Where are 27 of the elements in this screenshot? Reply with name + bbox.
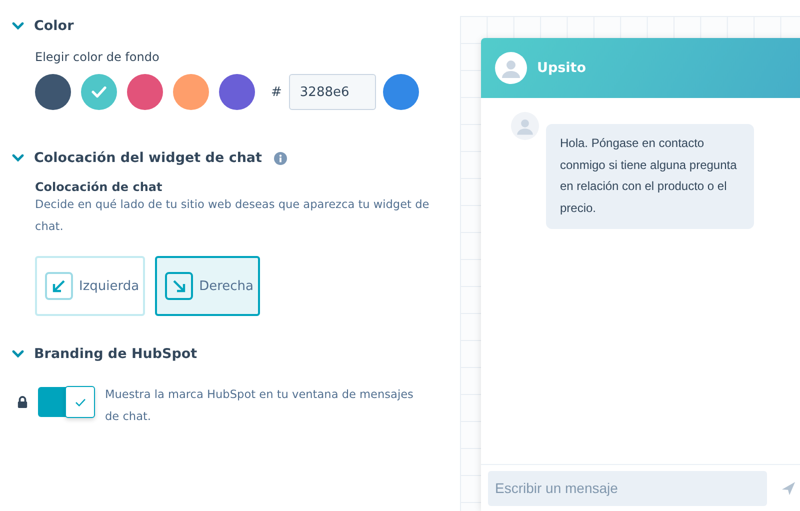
message-input[interactable]: Escribir un mensaje [488,470,767,506]
color-swatch[interactable] [219,74,255,110]
chevron-icon[interactable] [12,350,24,358]
hex-input[interactable]: 3288e6 [288,74,376,110]
color-swatch[interactable] [127,74,163,110]
toggle-description: Muestra la marca HubSpot en tu ventana de mensajes de chat. [105,387,414,425]
color-swatch[interactable] [35,74,71,110]
section-title: Branding de HubSpot [34,346,198,362]
placement-option[interactable]: Izquierda [35,256,146,316]
color-swatch[interactable] [173,74,209,110]
check-icon [91,86,107,98]
section-title: Color [34,18,74,34]
placement-option[interactable]: Derecha [155,256,260,316]
color-swatch[interactable] [81,74,117,110]
chevron-icon[interactable] [12,22,24,30]
field-description: Decide en qué lado de tu sitio web deseas que aparezca tu widget de chat. [35,197,430,235]
field-label: Elegir color de fondo [35,50,160,64]
check-icon [74,398,86,406]
chat-message: Hola. Póngase en contacto conmigo si tiene alguna pregunta en relación con el producto o el precio. [546,124,754,229]
field-label: Colocación de chat [35,180,164,194]
section-title: Colocación del widget de chat [34,150,262,166]
toggle-switch[interactable] [38,387,95,417]
avatar-icon [511,112,539,140]
chevron-icon[interactable] [12,154,24,162]
avatar-icon [495,52,527,84]
agent-name: Upsito [537,60,586,76]
hash-label: # [271,84,282,100]
